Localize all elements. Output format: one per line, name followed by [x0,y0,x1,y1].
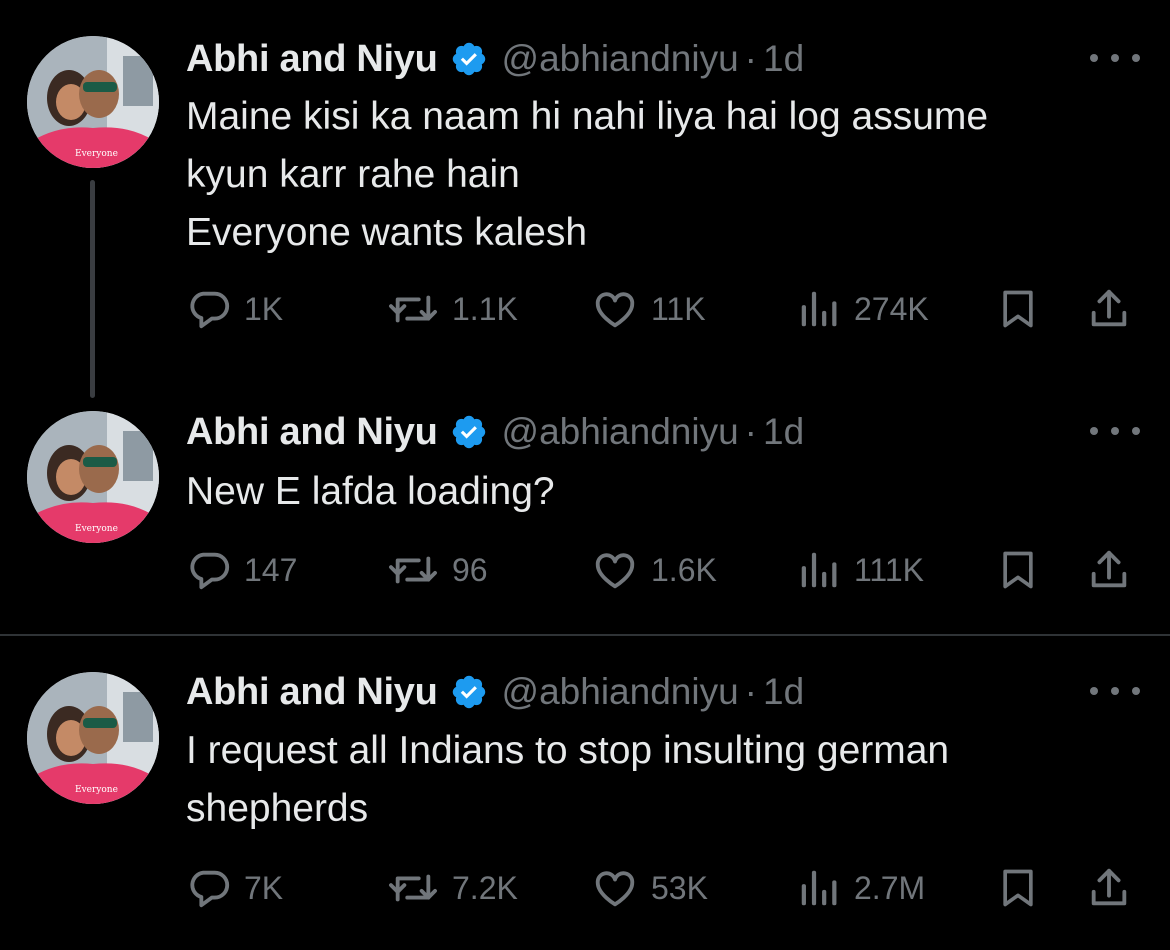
reply-button[interactable]: 7K [186,863,283,913]
tweet-text: Maine kisi ka naam hi nahi liya hai log … [186,88,1146,262]
avatar-image: Everyone [27,411,159,543]
tweet-text-line: kyun karr rahe hain [186,153,520,196]
views-count: 111K [854,551,924,588]
bookmark-button[interactable] [996,545,1040,595]
tweet-text-line: Maine kisi ka naam hi nahi liya hai log … [186,95,989,138]
bookmark-button[interactable] [996,284,1040,334]
tweet-text-line: New E lafda loading? [186,470,555,513]
reply-icon [190,291,230,329]
svg-text:Everyone: Everyone [75,524,118,534]
tweet-header: Abhi and Niyu @abhiandniyu · 1d [186,407,804,457]
author-name[interactable]: Abhi and Niyu [186,411,438,454]
views-button[interactable]: 2.7M [796,863,925,913]
like-button[interactable]: 11K [591,284,706,334]
like-icon [595,553,635,589]
separator-dot: · [744,411,757,452]
share-button[interactable] [1086,863,1132,913]
views-icon [801,870,837,906]
share-icon [1091,550,1127,588]
avatar[interactable]: Everyone [27,672,159,804]
author-name[interactable]: Abhi and Niyu [186,38,438,81]
repost-button[interactable]: 7.2K [386,863,518,913]
tweet-text: New E lafda loading? [186,463,1146,521]
bookmark-icon [1003,869,1033,907]
share-icon [1091,868,1127,906]
repost-icon [389,556,437,584]
author-handle[interactable]: @abhiandniyu [502,38,739,80]
tweet-text-line: shepherds [186,787,369,830]
author-handle[interactable]: @abhiandniyu [502,411,739,453]
tweet-header: Abhi and Niyu @abhiandniyu · 1d [186,667,804,717]
repost-icon [389,874,437,902]
repost-icon [389,295,437,323]
timestamp[interactable]: 1d [763,38,804,80]
like-count: 53K [651,869,708,906]
bookmark-icon [1003,290,1033,328]
avatar-image: Everyone [27,36,159,168]
separator-dot: · [744,671,757,712]
action-bar: 1K 1.1K 11K 274K [186,284,1146,334]
more-icon[interactable] [1090,681,1140,701]
bookmark-button[interactable] [996,863,1040,913]
tweet-text-line: I request all Indians to stop insulting … [186,729,950,772]
share-icon [1091,289,1127,327]
repost-button[interactable]: 1.1K [386,284,518,334]
action-bar: 147 96 1.6K 111K [186,545,1146,595]
action-bar: 7K 7.2K 53K 2.7M [186,863,1146,913]
verified-badge-icon [450,40,488,78]
views-count: 2.7M [854,869,926,906]
reply-icon [190,552,230,590]
views-icon [801,291,837,327]
svg-text:Everyone: Everyone [75,785,118,795]
repost-count: 7.2K [452,869,518,906]
avatar[interactable]: Everyone [27,36,159,168]
reply-count: 1K [244,290,284,327]
more-icon[interactable] [1090,48,1140,68]
more-icon[interactable] [1090,421,1140,441]
like-count: 1.6K [651,551,717,588]
reply-icon [190,870,230,908]
like-icon [595,871,635,907]
views-count: 274K [854,290,929,327]
avatar[interactable]: Everyone [27,411,159,543]
verified-badge-icon [450,413,488,451]
repost-count: 96 [452,551,488,588]
repost-button[interactable]: 96 [386,545,488,595]
share-button[interactable] [1086,545,1132,595]
like-count: 11K [651,290,706,327]
timestamp[interactable]: 1d [763,411,804,453]
separator-dot: · [744,38,757,79]
reply-button[interactable]: 1K [186,284,283,334]
views-button[interactable]: 274K [796,284,929,334]
like-icon [595,292,635,328]
author-name[interactable]: Abhi and Niyu [186,671,438,714]
views-icon [801,552,837,588]
like-button[interactable]: 1.6K [591,545,717,595]
views-button[interactable]: 111K [796,545,924,595]
author-handle[interactable]: @abhiandniyu [502,671,739,713]
tweet-text-line: Everyone wants kalesh [186,211,588,254]
svg-text:Everyone: Everyone [75,149,118,159]
reply-button[interactable]: 147 [186,545,297,595]
avatar-image: Everyone [27,672,159,804]
timestamp[interactable]: 1d [763,671,804,713]
verified-badge-icon [450,673,488,711]
tweet-header: Abhi and Niyu @abhiandniyu · 1d [186,34,804,84]
bookmark-icon [1003,551,1033,589]
like-button[interactable]: 53K [591,863,708,913]
share-button[interactable] [1086,284,1132,334]
thread-line [90,180,95,398]
tweet-text: I request all Indians to stop insulting … [186,722,1146,838]
reply-count: 147 [244,551,298,588]
repost-count: 1.1K [452,290,518,327]
reply-count: 7K [244,869,284,906]
tweet-divider [0,634,1170,636]
